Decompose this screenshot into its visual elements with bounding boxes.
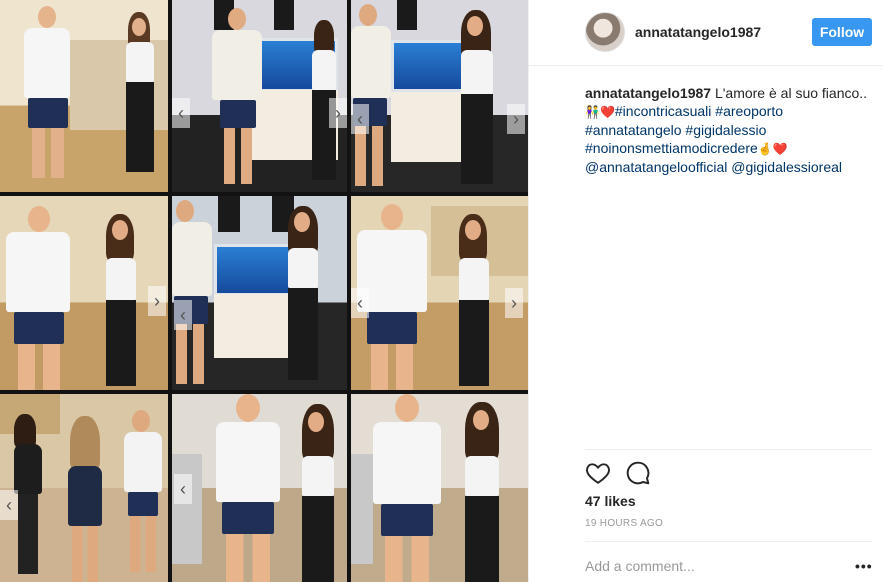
hands-emoji: 🤞❤️ — [757, 142, 788, 156]
chevron-left-icon: ‹ — [351, 104, 369, 134]
post-header: annatatangelo1987 Follow — [529, 0, 883, 66]
chevron-right-icon: › — [329, 98, 347, 128]
post-caption: annatatangelo1987 L'amore è al suo fianc… — [585, 84, 870, 176]
divider — [585, 449, 872, 450]
more-options-icon[interactable]: ••• — [855, 558, 873, 574]
chevron-left-icon: ‹ — [0, 490, 18, 520]
couple-emoji: 👫❤️ — [585, 105, 615, 119]
collage-cell: › — [0, 196, 168, 390]
chevron-right-icon: › — [505, 288, 523, 318]
likes-count[interactable]: 47 likes — [585, 493, 636, 509]
caption-text: L'amore è al suo fianco.. — [714, 85, 868, 101]
collage-cell: ‹ — [172, 196, 347, 390]
collage-cell: ‹ — [0, 394, 168, 582]
chevron-right-icon: › — [148, 286, 166, 316]
comment-icon[interactable] — [625, 460, 651, 486]
hashtags-line-2[interactable]: #annatatangelo #gigidalessio — [585, 122, 766, 138]
chevron-left-icon: ‹ — [174, 300, 192, 330]
collage-cell: ‹ › — [351, 0, 528, 192]
post-photo[interactable]: ‹ › ‹ › › ‹ ‹ › ‹ ‹ — [0, 0, 528, 582]
heart-icon[interactable] — [585, 460, 611, 486]
comment-input[interactable]: Add a comment... — [585, 558, 695, 574]
chevron-right-icon: › — [507, 104, 525, 134]
collage-cell — [351, 394, 528, 582]
avatar[interactable] — [585, 12, 625, 52]
chevron-left-icon: ‹ — [351, 288, 369, 318]
username-link[interactable]: annatatangelo1987 — [635, 24, 761, 40]
collage-cell: ‹ › — [172, 0, 347, 192]
collage-cell — [0, 0, 168, 192]
post-sidebar: annatatangelo1987 Follow annatatangelo19… — [528, 0, 883, 582]
post-timestamp[interactable]: 19 HOURS AGO — [585, 518, 663, 529]
mentions[interactable]: @annatatangeloofficial @gigidalessioreal — [585, 159, 842, 175]
collage-cell: ‹ — [172, 394, 347, 582]
divider — [585, 541, 872, 542]
hashtags-line-1[interactable]: #incontricasuali #areoporto — [615, 103, 783, 119]
collage-cell: ‹ › — [351, 196, 528, 390]
follow-button[interactable]: Follow — [812, 18, 872, 46]
hashtags-line-3[interactable]: #noinonsmettiamodicredere — [585, 140, 758, 156]
chevron-left-icon: ‹ — [174, 474, 192, 504]
instagram-post: ‹ › ‹ › › ‹ ‹ › ‹ ‹ annatatangelo1987 Fo… — [0, 0, 883, 582]
caption-username[interactable]: annatatangelo1987 — [585, 85, 711, 101]
chevron-left-icon: ‹ — [172, 98, 190, 128]
